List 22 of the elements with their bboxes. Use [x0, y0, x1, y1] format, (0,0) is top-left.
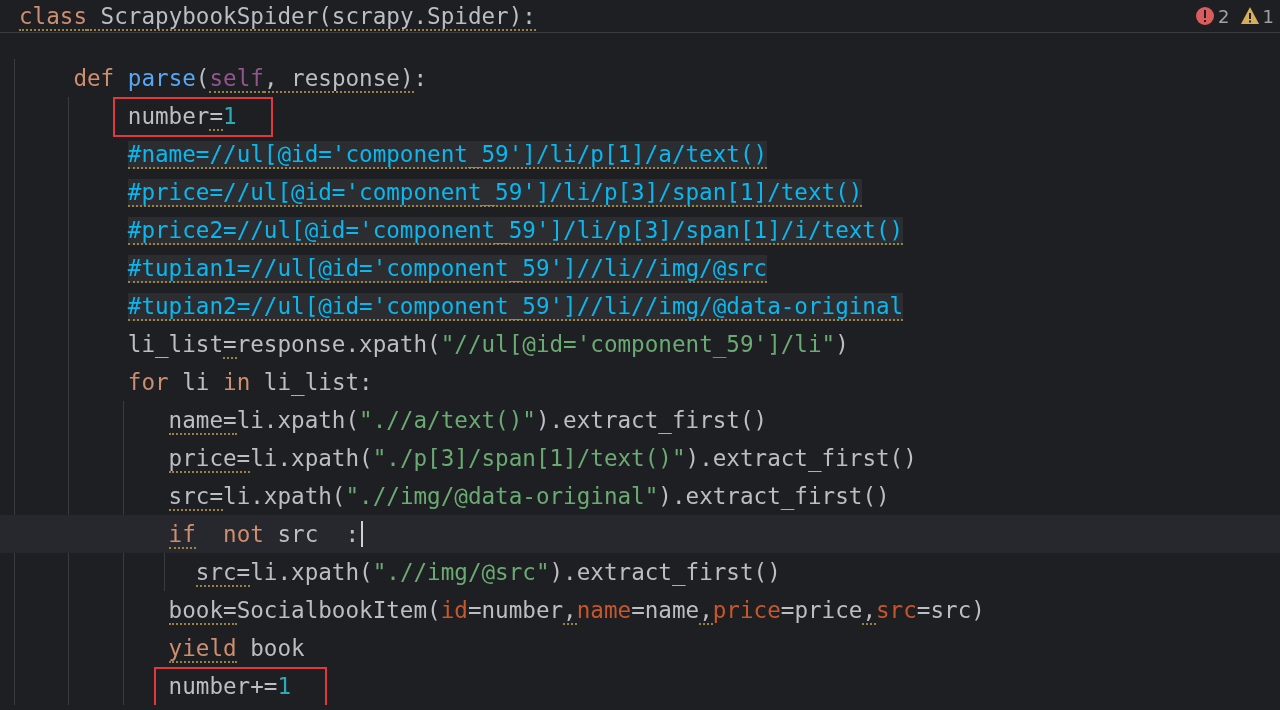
problem-count: 1 [1262, 5, 1274, 27]
code-line: price=li.xpath("./p[3]/span[1]/text()").extract_first() [168, 444, 917, 475]
code-line: yield book [168, 634, 305, 665]
code-line: number+=1 [168, 667, 292, 705]
code-line: li_list=response.xpath("//ul[@id='component_59']/li") [127, 330, 849, 361]
error-icon [1195, 6, 1216, 26]
code-comment: #price=//ul[@id='component_59']/li/p[3]/span[1]/text() [127, 178, 863, 209]
code-line: if not src : [168, 520, 360, 551]
code-line: src=li.xpath(".//img/@data-original").extract_first() [168, 482, 890, 513]
code-comment: #tupian2=//ul[@id='component_59']//li//img/@data-original [127, 292, 904, 323]
warning-icon [1239, 6, 1260, 26]
code-line: def parse(self, response): [73, 64, 428, 95]
code-comment: #price2=//ul[@id='component_59']/li/p[3]/span[1]/i/text() [127, 216, 904, 247]
code-line: book=SocialbookItem(id=number,name=name,price=price,src=src) [168, 596, 985, 627]
code-line: name=li.xpath(".//a/text()").extract_first() [168, 406, 768, 437]
code-line: class ScrapybookSpider(scrapy.Spider): [18, 2, 537, 31]
code-line: for li in li_list: [127, 368, 373, 398]
code-line: src=li.xpath(".//img/@src").extract_first() [195, 558, 781, 589]
code-line: number=1 [127, 97, 237, 135]
code-comment: #name=//ul[@id='component_59']/li/p[1]/a/text() [127, 140, 768, 171]
problem-count: 2 [1218, 5, 1230, 27]
code-comment: #tupian1=//ul[@id='component_59']//li//img/@src [127, 254, 768, 285]
